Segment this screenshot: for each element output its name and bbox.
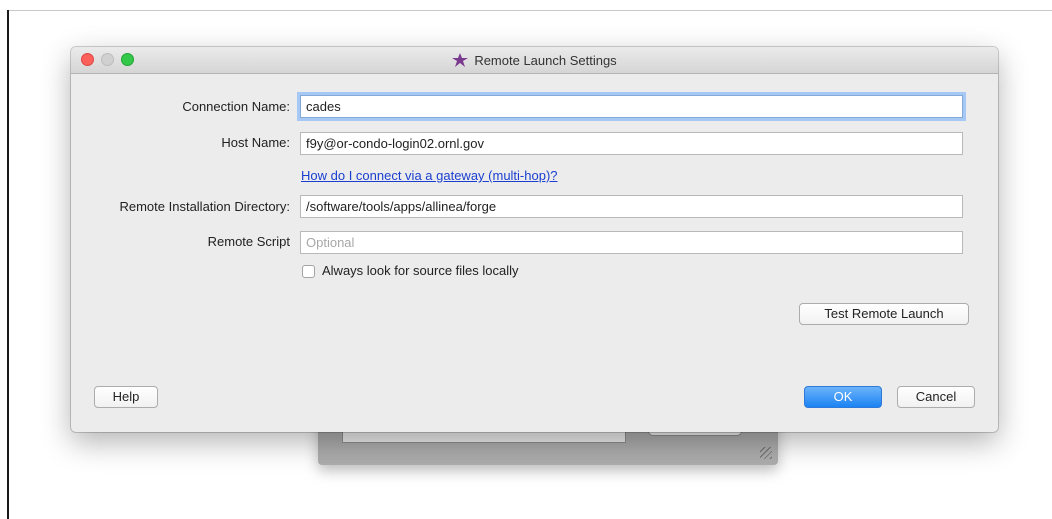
background-top-divider <box>8 10 1052 11</box>
gateway-help-link[interactable]: How do I connect via a gateway (multi-ho… <box>301 168 558 183</box>
host-name-input[interactable]: f9y@or-condo-login02.ornl.gov <box>300 132 963 155</box>
test-remote-launch-button[interactable]: Test Remote Launch <box>799 303 969 325</box>
connection-name-label: Connection Name: <box>182 99 290 114</box>
remote-script-input[interactable]: Optional <box>300 231 963 254</box>
background-left-border <box>7 10 9 519</box>
connection-name-input[interactable]: cades <box>300 95 963 118</box>
remote-script-label: Remote Script <box>207 234 290 249</box>
remote-launch-settings-dialog: Remote Launch Settings Connection Name: … <box>71 47 998 432</box>
help-button[interactable]: Help <box>94 386 158 408</box>
resize-grip-icon[interactable] <box>760 447 772 459</box>
window-title: Remote Launch Settings <box>71 53 998 68</box>
remote-installation-directory-input[interactable]: /software/tools/apps/allinea/forge <box>300 195 963 218</box>
always-look-locally-label[interactable]: Always look for source files locally <box>322 263 519 278</box>
window-title-text: Remote Launch Settings <box>474 53 617 68</box>
remote-installation-directory-label: Remote Installation Directory: <box>119 199 290 214</box>
cancel-button[interactable]: Cancel <box>897 386 975 408</box>
title-bar[interactable]: Remote Launch Settings <box>71 47 998 74</box>
host-name-label: Host Name: <box>221 135 290 150</box>
ok-button[interactable]: OK <box>804 386 882 408</box>
always-look-locally-checkbox[interactable] <box>302 265 315 278</box>
forge-star-icon <box>452 53 469 67</box>
